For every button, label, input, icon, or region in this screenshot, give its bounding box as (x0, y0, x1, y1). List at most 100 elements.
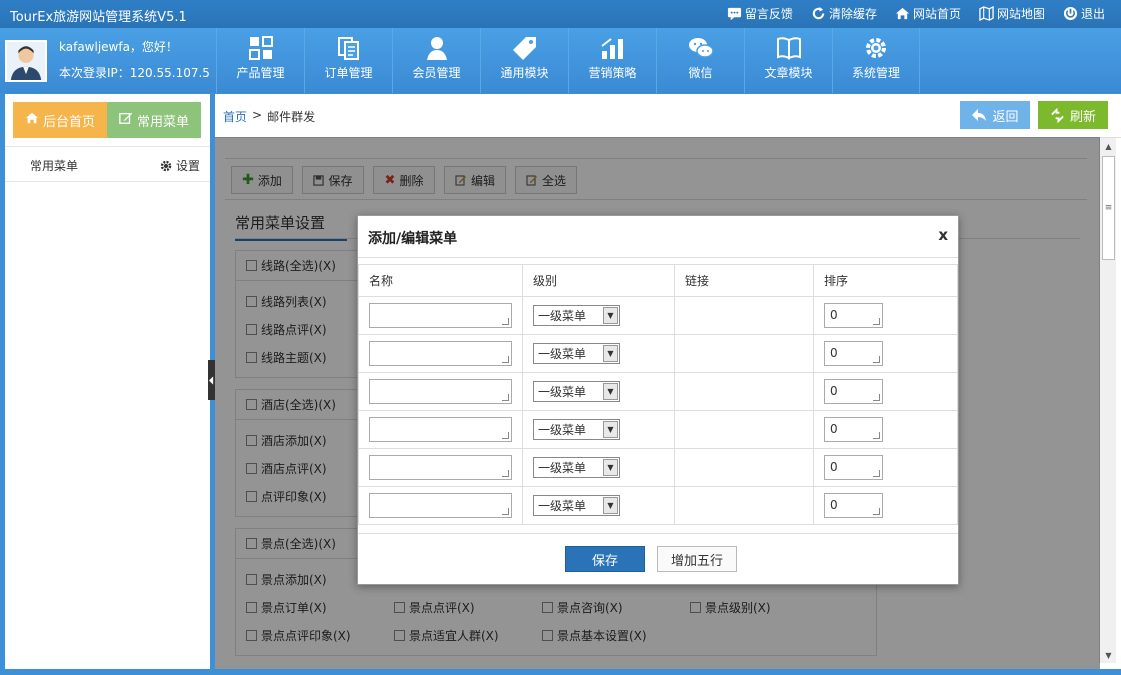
table-row: 一级菜单 ▼ 0 (358, 410, 958, 449)
site-map-link[interactable]: 网站地图 (979, 5, 1045, 22)
nav-common-modules[interactable]: 通用模块 (480, 28, 568, 93)
back-label: 返回 (992, 109, 1019, 125)
chevron-down-icon[interactable]: ▼ (603, 383, 618, 400)
site-home-link[interactable]: 网站首页 (895, 5, 961, 22)
chevron-down-icon[interactable]: ▼ (603, 421, 618, 438)
back-arrow-icon (972, 109, 987, 121)
book-icon (776, 35, 802, 61)
level-select[interactable]: 一级菜单 ▼ (533, 495, 620, 516)
dialog-save-button[interactable]: 保存 (565, 546, 645, 572)
nav-article-module[interactable]: 文章模块 (744, 28, 832, 93)
dialog-header: 添加/编辑菜单 x (358, 216, 958, 258)
level-select[interactable]: 一级菜单 ▼ (533, 457, 620, 478)
menu-name-input[interactable] (369, 303, 512, 328)
link-cell (674, 486, 814, 525)
menu-name-input[interactable] (369, 493, 512, 518)
menu-name-input[interactable] (369, 417, 512, 442)
refresh-label: 刷新 (1069, 109, 1096, 125)
nav-label: 通用模块 (500, 66, 549, 80)
nav-product-management[interactable]: 产品管理 (216, 28, 304, 93)
sort-input[interactable]: 0 (824, 455, 883, 480)
level-select-value: 一级菜单 (538, 347, 587, 361)
breadcrumb: 首页 > 邮件群发 (223, 108, 315, 125)
dialog-body: 名称 级别 链接 排序 一级菜单 ▼ 0 一级菜单 ▼ 0 一级菜单 ▼ 0 一… (358, 264, 958, 534)
home-icon (25, 111, 39, 129)
user-greeting: kafawljewfa，您好！ (59, 40, 178, 54)
refresh-button[interactable]: 刷新 (1038, 101, 1108, 129)
add-five-rows-button[interactable]: 增加五行 (657, 546, 737, 572)
level-select-value: 一级菜单 (538, 385, 587, 399)
scroll-down-icon[interactable]: ▼ (1100, 647, 1117, 663)
dialog-title: 添加/编辑菜单 (368, 231, 458, 247)
sidebar-collapse-handle[interactable] (208, 360, 215, 400)
last-login-ip: 本次登录IP：120.55.107.5 (59, 66, 210, 80)
level-select-value: 一级菜单 (538, 461, 587, 475)
scroll-up-icon[interactable]: ▲ (1100, 138, 1117, 154)
sidebar-item-common-menu[interactable]: 常用菜单 设置 (5, 146, 210, 182)
back-button[interactable]: 返回 (960, 101, 1030, 129)
document-icon (336, 35, 362, 61)
top-bar: TourEx旅游网站管理系统V5.1 留言反馈 清除缓存 网站首页 网站地图 退… (0, 0, 1121, 28)
tab-admin-home-label: 后台首页 (42, 114, 95, 130)
menu-table: 名称 级别 链接 排序 一级菜单 ▼ 0 一级菜单 ▼ 0 一级菜单 ▼ 0 一… (358, 264, 958, 525)
link-cell (674, 410, 814, 449)
vertical-scrollbar[interactable]: ▲ ≡ ▼ (1099, 138, 1116, 663)
level-select[interactable]: 一级菜单 ▼ (533, 305, 620, 326)
header: kafawljewfa，您好！ 本次登录IP：120.55.107.5 产品管理… (0, 28, 1121, 93)
sidebar-tabs: 后台首页 常用菜单 (13, 102, 201, 138)
chevron-down-icon[interactable]: ▼ (603, 345, 618, 362)
nav-marketing-strategy[interactable]: 营销策略 (568, 28, 656, 93)
nav-label: 会员管理 (412, 66, 461, 80)
chevron-down-icon[interactable]: ▼ (603, 459, 618, 476)
menu-name-input[interactable] (369, 455, 512, 480)
close-icon[interactable]: x (938, 226, 948, 244)
column-header-sort: 排序 (813, 264, 958, 297)
sort-input[interactable]: 0 (824, 417, 883, 442)
sort-input[interactable]: 0 (824, 379, 883, 404)
sidebar-settings-link[interactable]: 设置 (160, 157, 200, 174)
refresh-icon (811, 6, 826, 21)
left-sidebar: 后台首页 常用菜单 常用菜单 设置 (5, 94, 210, 669)
sort-input[interactable]: 0 (824, 303, 883, 328)
level-select[interactable]: 一级菜单 ▼ (533, 381, 620, 402)
clear-cache-link[interactable]: 清除缓存 (811, 5, 877, 22)
table-row: 一级菜单 ▼ 0 (358, 448, 958, 487)
nav-system-management[interactable]: 系统管理 (832, 28, 920, 93)
table-row: 一级菜单 ▼ 0 (358, 486, 958, 525)
level-select[interactable]: 一级菜单 ▼ (533, 343, 620, 364)
level-select-value: 一级菜单 (538, 423, 587, 437)
tab-admin-home[interactable]: 后台首页 (13, 102, 107, 138)
system-title: TourEx旅游网站管理系统V5.1 (10, 10, 187, 25)
sort-input[interactable]: 0 (824, 493, 883, 518)
menu-name-input[interactable] (369, 341, 512, 366)
scroll-thumb[interactable]: ≡ (1102, 156, 1115, 260)
logout-link[interactable]: 退出 (1063, 5, 1105, 22)
sort-input[interactable]: 0 (824, 341, 883, 366)
settings-label: 设置 (175, 159, 200, 173)
user-icon (424, 35, 450, 61)
nav-label: 系统管理 (851, 66, 900, 80)
power-icon (1063, 6, 1078, 21)
nav-wechat[interactable]: 微信 (656, 28, 744, 93)
logout-label: 退出 (1080, 7, 1105, 21)
top-links: 留言反馈 清除缓存 网站首页 网站地图 退出 (727, 5, 1105, 22)
gear-icon (160, 160, 172, 171)
level-select[interactable]: 一级菜单 ▼ (533, 419, 620, 440)
nav-label: 文章模块 (764, 66, 813, 80)
level-select-value: 一级菜单 (538, 309, 587, 323)
breadcrumb-bar: 首页 > 邮件群发 返回 刷新 (215, 94, 1121, 138)
breadcrumb-home-link[interactable]: 首页 (223, 108, 247, 125)
nav-member-management[interactable]: 会员管理 (392, 28, 480, 93)
avatar (5, 40, 47, 82)
table-row: 一级菜单 ▼ 0 (358, 372, 958, 411)
chevron-down-icon[interactable]: ▼ (603, 307, 618, 324)
chevron-down-icon[interactable]: ▼ (603, 497, 618, 514)
breadcrumb-current: 邮件群发 (267, 110, 316, 124)
grid-icon (248, 35, 274, 61)
menu-name-input[interactable] (369, 379, 512, 404)
feedback-link[interactable]: 留言反馈 (727, 5, 793, 22)
nav-order-management[interactable]: 订单管理 (304, 28, 392, 93)
chart-icon (600, 35, 626, 61)
home-icon (895, 6, 910, 21)
tab-common-menu[interactable]: 常用菜单 (107, 102, 201, 138)
